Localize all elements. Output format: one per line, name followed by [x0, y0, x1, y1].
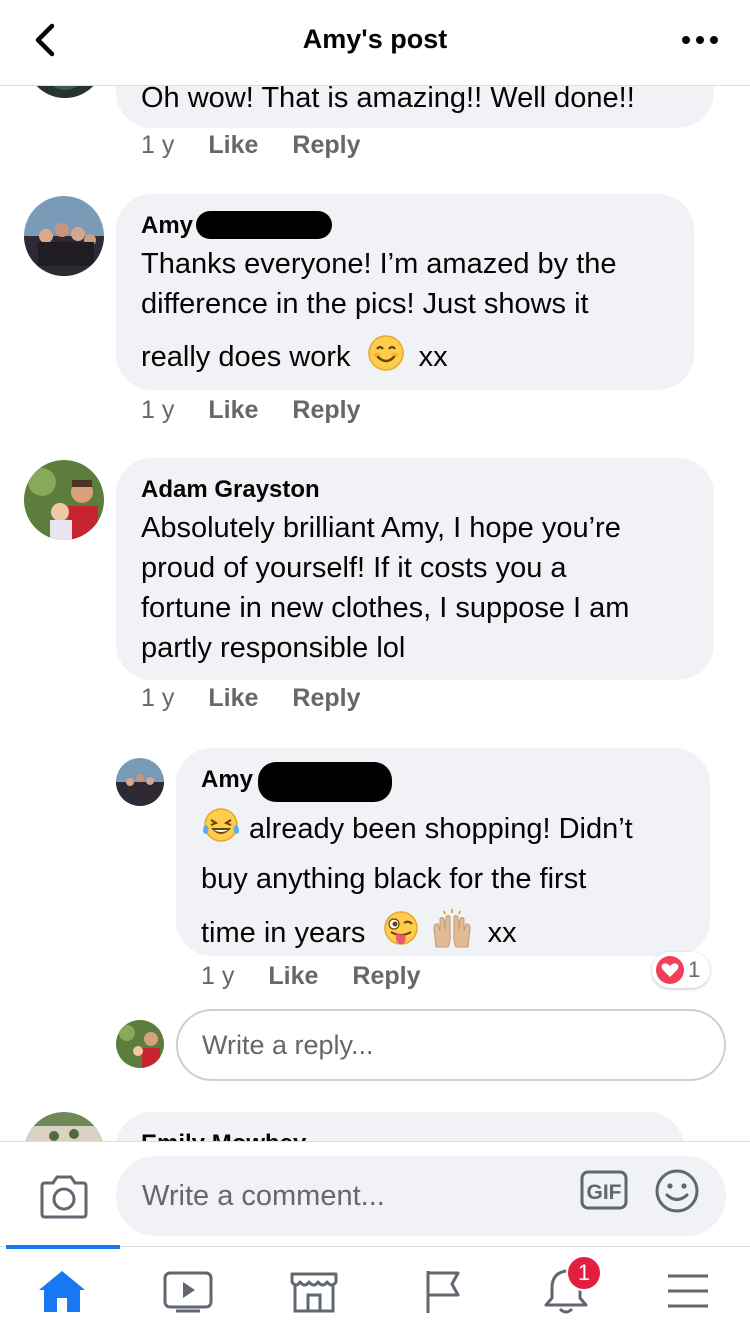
- comment-text: Thanks everyone! I’m amazed by the diffe…: [141, 244, 617, 383]
- comment-text: already been shopping! Didn’t buy anythi…: [201, 806, 633, 960]
- camera-button[interactable]: [38, 1174, 90, 1220]
- notification-badge: 1: [566, 1255, 602, 1291]
- avatar[interactable]: [24, 196, 104, 276]
- comment-time: 1 y: [141, 684, 175, 712]
- comment-line: xx: [487, 917, 517, 950]
- top-bar: Amy's post: [0, 0, 750, 86]
- redaction-mark: [258, 762, 392, 802]
- smiley-icon: [655, 1169, 699, 1213]
- reply-button[interactable]: Reply: [352, 962, 420, 991]
- reply-button[interactable]: Reply: [292, 684, 360, 713]
- comment-line: xx: [418, 341, 448, 374]
- smiling-face-emoji-icon: [367, 334, 405, 383]
- comment-meta: 1 y Like Reply: [141, 396, 360, 425]
- comment-author[interactable]: Adam Grayston: [141, 476, 320, 504]
- comment-line: buy anything black for the first: [201, 863, 587, 895]
- comment-input[interactable]: Write a comment...: [116, 1156, 726, 1236]
- like-button[interactable]: Like: [208, 684, 258, 713]
- reply-input[interactable]: Write a reply...: [176, 1009, 726, 1081]
- raising-hands-emoji-icon: [430, 909, 474, 960]
- tab-watch[interactable]: [158, 1263, 218, 1319]
- like-button[interactable]: Like: [268, 962, 318, 991]
- heart-icon: [656, 956, 684, 984]
- comment-author[interactable]: Amy: [201, 766, 253, 794]
- comment-line: fortune in new clothes, I suppose I am: [141, 592, 630, 624]
- avatar[interactable]: [24, 460, 104, 540]
- camera-icon: [40, 1175, 88, 1219]
- active-tab-indicator: [6, 1245, 120, 1249]
- comments-list: Oh wow! That is amazing!! Well done!! 1 …: [0, 86, 750, 1141]
- comment-text: Oh wow! That is amazing!! Well done!!: [141, 86, 635, 114]
- hamburger-menu-icon: [668, 1274, 708, 1308]
- comment-meta: 1 y Like Reply: [201, 962, 420, 991]
- like-button[interactable]: Like: [208, 131, 258, 160]
- laughing-tears-emoji-icon: [201, 806, 241, 855]
- comment-meta: 1 y Like Reply: [141, 684, 360, 713]
- reaction-count: 1: [688, 957, 701, 982]
- comment-text: Absolutely brilliant Amy, I hope you’re …: [141, 508, 629, 668]
- avatar[interactable]: [26, 86, 104, 98]
- comment-line: proud of yourself! If it costs you a: [141, 552, 567, 584]
- tab-notifications[interactable]: 1: [536, 1255, 602, 1319]
- reply-input-placeholder: Write a reply...: [202, 1030, 374, 1060]
- comment-line: really does work: [141, 341, 351, 374]
- comment-line: Absolutely brilliant Amy, I hope you’re: [141, 512, 621, 544]
- comment-line: Thanks everyone! I’m amazed by the: [141, 248, 617, 280]
- tab-pages[interactable]: [410, 1263, 470, 1319]
- comment-author[interactable]: Emily Mowbey: [141, 1130, 306, 1141]
- tab-menu[interactable]: [658, 1263, 718, 1319]
- avatar[interactable]: [24, 1112, 104, 1141]
- video-icon: [163, 1271, 213, 1313]
- gif-label: GIF: [587, 1181, 622, 1204]
- more-dots-icon: [682, 36, 718, 44]
- gif-button[interactable]: GIF: [580, 1168, 628, 1212]
- comment-composer: Write a comment... GIF: [0, 1141, 750, 1246]
- gif-icon: GIF: [580, 1170, 628, 1210]
- bottom-tab-bar: 1: [0, 1245, 750, 1334]
- comment-line: time in years: [201, 917, 366, 950]
- tab-home[interactable]: [32, 1263, 92, 1319]
- shop-icon: [290, 1272, 338, 1313]
- comment-time: 1 y: [141, 131, 175, 159]
- home-icon: [39, 1271, 85, 1312]
- comment-line: already been shopping! Didn’t: [249, 813, 633, 846]
- comment-author[interactable]: Amy: [141, 212, 193, 240]
- reply-button[interactable]: Reply: [292, 396, 360, 425]
- comment-meta: 1 y Like Reply: [141, 131, 360, 160]
- comment-input-placeholder: Write a comment...: [142, 1180, 385, 1212]
- like-button[interactable]: Like: [208, 396, 258, 425]
- reaction-badge[interactable]: 1: [652, 952, 710, 988]
- comment-line: partly responsible lol: [141, 632, 406, 664]
- page-title: Amy's post: [302, 24, 448, 54]
- tab-marketplace[interactable]: [284, 1263, 344, 1319]
- winking-tongue-emoji-icon: [381, 909, 421, 960]
- redaction-mark: [196, 211, 332, 239]
- flag-icon: [426, 1271, 460, 1313]
- comment-time: 1 y: [201, 962, 235, 990]
- avatar[interactable]: [116, 758, 164, 806]
- avatar: [116, 1020, 164, 1068]
- more-options-button[interactable]: [680, 26, 720, 54]
- comment-line: difference in the pics! Just shows it: [141, 288, 589, 320]
- emoji-button[interactable]: [654, 1168, 700, 1214]
- comment-time: 1 y: [141, 396, 175, 424]
- reply-button[interactable]: Reply: [292, 131, 360, 160]
